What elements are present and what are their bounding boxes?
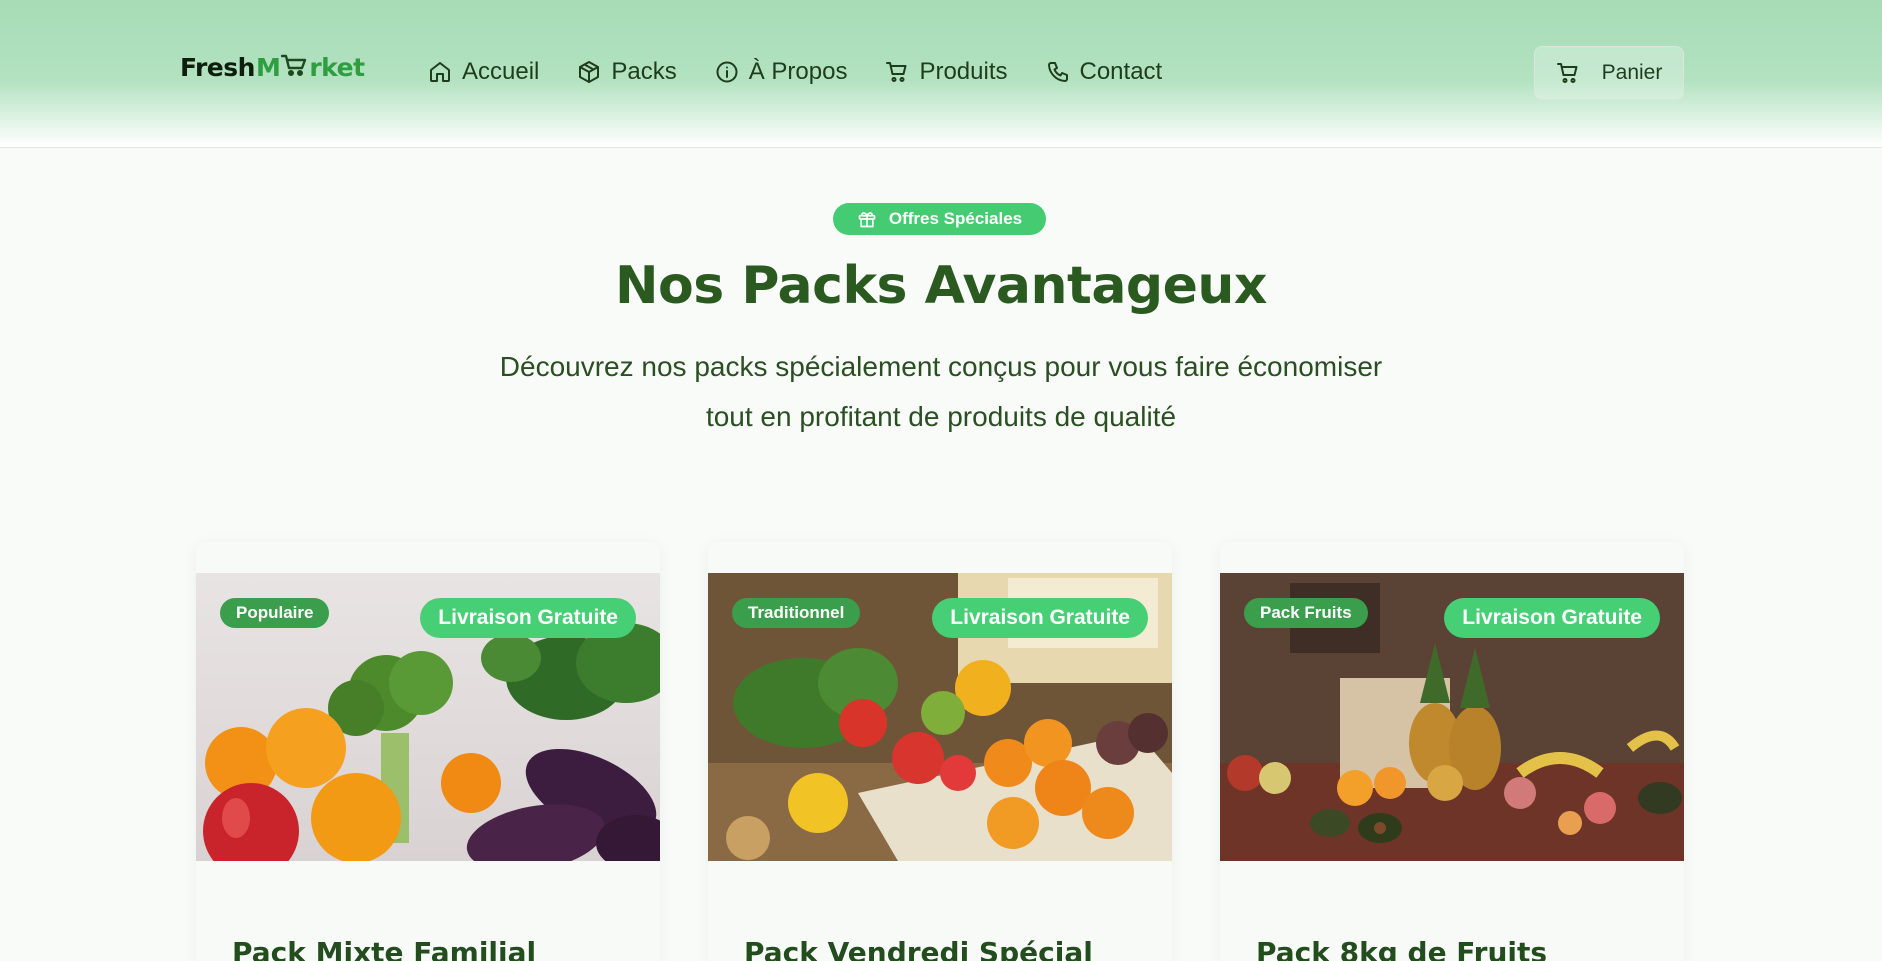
- subtitle-line-1: Découvrez nos packs spécialement conçus …: [499, 351, 1383, 382]
- nav-item-contact[interactable]: Contact: [1046, 58, 1163, 86]
- nav-item-produits[interactable]: Produits: [885, 58, 1008, 86]
- nav-item-accueil[interactable]: Accueil: [428, 58, 539, 86]
- cart-button[interactable]: Panier: [1534, 46, 1684, 100]
- logo-cart-icon: [281, 53, 307, 82]
- nav-item-label: Accueil: [462, 58, 540, 85]
- pack-title[interactable]: Pack Mixte Familial: [232, 936, 536, 961]
- nav-item-a-propos[interactable]: À Propos: [715, 58, 848, 86]
- cart-icon: [1556, 63, 1578, 83]
- phone-icon: [1047, 62, 1068, 82]
- pack-category-badge: Pack Fruits: [1244, 598, 1368, 628]
- special-offers-label: Offres Spéciales: [888, 209, 1023, 228]
- subtitle-line-2: tout en profitant de produits de qualité: [705, 401, 1177, 432]
- free-delivery-badge: Livraison Gratuite: [1444, 598, 1660, 638]
- logo-text-fresh: Fresh: [180, 52, 255, 82]
- home-icon: [430, 62, 450, 82]
- pack-card-mixte-familial[interactable]: Populaire Livraison Gratuite Pack Mixte …: [196, 542, 660, 961]
- gift-icon: [858, 212, 876, 228]
- nav-item-label: Produits: [919, 58, 1008, 85]
- cart-icon: [886, 62, 907, 82]
- pack-category-badge: Populaire: [220, 598, 330, 628]
- logo-text-m: M: [255, 52, 281, 82]
- logo-text-rket: rket: [309, 52, 365, 82]
- nav-item-packs[interactable]: Packs: [577, 58, 677, 86]
- main-nav: Accueil Packs À Propos Produits Contact: [428, 54, 1200, 90]
- pack-category-badge: Traditionnel: [732, 598, 861, 628]
- nav-item-label: Contact: [1079, 58, 1163, 85]
- nav-item-label: À Propos: [748, 58, 848, 85]
- cart-button-label: Panier: [1601, 61, 1663, 84]
- page-title: Nos Packs Avantageux: [615, 256, 1267, 316]
- info-icon: [716, 61, 738, 83]
- special-offers-badge: Offres Spéciales: [833, 203, 1046, 235]
- pack-card-8kg-fruits[interactable]: Pack Fruits Livraison Gratuite Pack 8kg …: [1220, 542, 1684, 961]
- pack-title[interactable]: Pack 8kg de Fruits: [1256, 936, 1547, 961]
- free-delivery-badge: Livraison Gratuite: [420, 598, 636, 638]
- nav-item-label: Packs: [611, 58, 677, 85]
- page-subtitle: Découvrez nos packs spécialement conçus …: [0, 342, 1882, 442]
- pack-card-vendredi-special[interactable]: Traditionnel Livraison Gratuite Pack Ven…: [708, 542, 1172, 961]
- free-delivery-badge: Livraison Gratuite: [932, 598, 1148, 638]
- pack-title[interactable]: Pack Vendredi Spécial: [744, 936, 1093, 961]
- brand-logo[interactable]: Fresh M rket: [180, 52, 365, 82]
- package-icon: [579, 61, 600, 83]
- site-header: Fresh M rket Accueil Packs À Propos Prod…: [0, 0, 1882, 148]
